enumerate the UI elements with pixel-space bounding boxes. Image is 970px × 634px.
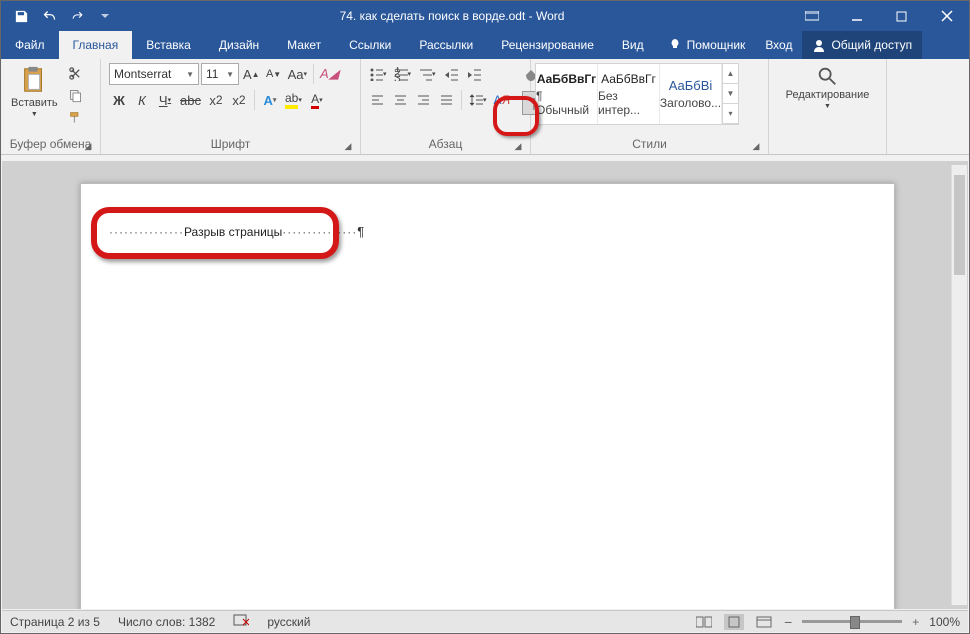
print-layout-icon[interactable] xyxy=(724,614,744,630)
font-name-combo[interactable]: Montserrat▼ xyxy=(109,63,199,85)
tell-me[interactable]: Помощник xyxy=(658,31,756,59)
styles-up-icon[interactable]: ▲ xyxy=(723,64,738,84)
window-title: 74. как сделать поиск в ворде.odt - Word xyxy=(115,9,789,23)
paste-button[interactable]: Вставить ▼ xyxy=(5,61,64,122)
dialog-launcher-icon[interactable]: ◢ xyxy=(82,141,94,153)
bullets-icon[interactable]: ▾ xyxy=(367,63,389,85)
vertical-scrollbar[interactable] xyxy=(951,165,967,605)
status-proofing-icon[interactable] xyxy=(233,613,249,630)
zoom-out-icon[interactable]: − xyxy=(784,614,792,630)
underline-icon[interactable]: Ч▾ xyxy=(155,89,175,111)
cut-icon[interactable] xyxy=(66,63,86,83)
grow-font-icon[interactable]: A▲ xyxy=(241,63,262,85)
style-nospacing[interactable]: АаБбВвГгБез интер... xyxy=(598,64,660,124)
copy-icon[interactable] xyxy=(66,85,86,105)
align-right-icon[interactable] xyxy=(413,89,433,111)
styles-more-icon[interactable]: ▾ xyxy=(723,104,738,124)
dialog-launcher-icon[interactable]: ◢ xyxy=(342,141,354,153)
italic-icon[interactable]: К xyxy=(132,89,152,111)
minimize-icon[interactable] xyxy=(834,1,879,31)
status-bar: Страница 2 из 5 Число слов: 1382 русский… xyxy=(2,610,968,632)
zoom-in-icon[interactable]: + xyxy=(912,615,919,629)
styles-down-icon[interactable]: ▼ xyxy=(723,84,738,104)
tab-file[interactable]: Файл xyxy=(1,31,59,59)
ribbon-tabs: Файл Главная Вставка Дизайн Макет Ссылки… xyxy=(1,31,969,59)
styles-gallery[interactable]: АаБбВвГг¶ Обычный АаБбВвГгБез интер... А… xyxy=(535,63,739,125)
redo-icon[interactable] xyxy=(67,6,87,26)
font-color-icon[interactable]: A▾ xyxy=(307,89,327,111)
tab-design[interactable]: Дизайн xyxy=(205,31,273,59)
highlight-annotation xyxy=(91,207,339,259)
status-language[interactable]: русский xyxy=(267,615,310,629)
font-size-combo[interactable]: 11▼ xyxy=(201,63,239,85)
tab-home[interactable]: Главная xyxy=(59,31,133,59)
ribbon-options-icon[interactable] xyxy=(789,1,834,31)
change-case-icon[interactable]: Aa▾ xyxy=(286,63,309,85)
style-heading1[interactable]: АаБбВіЗаголово... xyxy=(660,64,722,124)
bold-icon[interactable]: Ж xyxy=(109,89,129,111)
numbering-icon[interactable]: 123▾ xyxy=(392,63,414,85)
status-page[interactable]: Страница 2 из 5 xyxy=(10,615,100,629)
strike-icon[interactable]: abc xyxy=(178,89,203,111)
superscript-icon[interactable]: x2 xyxy=(229,89,249,111)
maximize-icon[interactable] xyxy=(879,1,924,31)
sort-icon[interactable]: АЯ xyxy=(492,89,513,111)
read-mode-icon[interactable] xyxy=(694,614,714,630)
share[interactable]: Общий доступ xyxy=(802,31,922,59)
line-spacing-icon[interactable]: ▾ xyxy=(467,89,489,111)
scroll-thumb[interactable] xyxy=(954,175,965,275)
undo-icon[interactable] xyxy=(39,6,59,26)
web-layout-icon[interactable] xyxy=(754,614,774,630)
align-center-icon[interactable] xyxy=(390,89,410,111)
shrink-font-icon[interactable]: A▼ xyxy=(264,63,284,85)
highlight-icon[interactable]: ab▾ xyxy=(283,89,304,111)
justify-icon[interactable] xyxy=(436,89,456,111)
group-clipboard-label: Буфер обмена◢ xyxy=(5,137,96,153)
tab-insert[interactable]: Вставка xyxy=(132,31,205,59)
multilevel-icon[interactable]: ▾ xyxy=(416,63,438,85)
close-icon[interactable] xyxy=(924,1,969,31)
tab-mailings[interactable]: Рассылки xyxy=(405,31,487,59)
tab-view[interactable]: Вид xyxy=(608,31,658,59)
clear-format-icon[interactable]: A◢ xyxy=(318,63,341,85)
format-painter-icon[interactable] xyxy=(66,107,86,127)
outdent-icon[interactable] xyxy=(441,63,461,85)
quick-access xyxy=(1,6,115,26)
editing-button[interactable]: Редактирование ▼ xyxy=(780,61,876,114)
save-icon[interactable] xyxy=(11,6,31,26)
status-words[interactable]: Число слов: 1382 xyxy=(118,615,215,629)
qat-dropdown-icon[interactable] xyxy=(95,6,115,26)
tab-review[interactable]: Рецензирование xyxy=(487,31,608,59)
dialog-launcher-icon[interactable]: ◢ xyxy=(750,141,762,153)
dialog-launcher-icon[interactable]: ◢ xyxy=(512,141,524,153)
subscript-icon[interactable]: x2 xyxy=(206,89,226,111)
title-bar: 74. как сделать поиск в ворде.odt - Word xyxy=(1,1,969,31)
zoom-slider[interactable] xyxy=(802,620,902,623)
align-left-icon[interactable] xyxy=(367,89,387,111)
zoom-level[interactable]: 100% xyxy=(929,615,960,629)
indent-icon[interactable] xyxy=(464,63,484,85)
tab-references[interactable]: Ссылки xyxy=(335,31,405,59)
ribbon: Вставить ▼ Буфер обмена◢ Montserrat▼ 11▼… xyxy=(1,59,969,155)
style-normal[interactable]: АаБбВвГг¶ Обычный xyxy=(536,64,598,124)
tab-layout[interactable]: Макет xyxy=(273,31,335,59)
login[interactable]: Вход xyxy=(755,31,802,59)
svg-text:3: 3 xyxy=(394,71,401,81)
text-effects-icon[interactable]: A▾ xyxy=(260,89,280,111)
